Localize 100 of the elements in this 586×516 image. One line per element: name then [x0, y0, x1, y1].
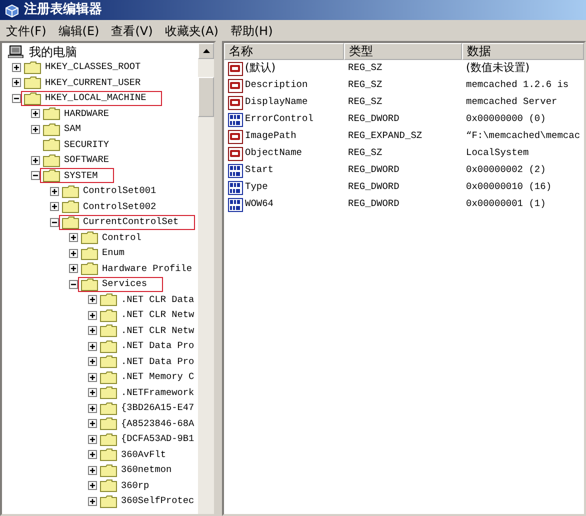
- tree-item[interactable]: .NET CLR Netw: [120, 308, 196, 322]
- expand-icon[interactable]: [88, 310, 97, 320]
- tree-item[interactable]: 360rp: [120, 478, 150, 493]
- scroll-up-button[interactable]: [198, 43, 214, 59]
- folder-icon: [81, 231, 98, 244]
- expand-icon[interactable]: [69, 233, 78, 242]
- value-name[interactable]: Description: [245, 78, 308, 93]
- value-data: (数值未设置): [466, 61, 530, 74]
- tree-item[interactable]: ControlSet002: [82, 200, 158, 214]
- folder-icon: [43, 107, 60, 120]
- value-name[interactable]: WOW64: [245, 197, 274, 212]
- menu-item[interactable]: 帮助(H): [224, 22, 279, 40]
- expand-icon[interactable]: [31, 109, 40, 118]
- expand-icon[interactable]: [69, 248, 78, 258]
- tree-item[interactable]: HKEY_CURRENT_USER: [44, 76, 142, 90]
- tree-item[interactable]: .NET Data Pro: [120, 354, 196, 369]
- value-data: LocalSystem: [466, 147, 529, 158]
- value-name[interactable]: ImagePath: [245, 129, 296, 144]
- collapse-icon[interactable]: [69, 280, 78, 289]
- collapse-icon[interactable]: [50, 218, 59, 227]
- value-type: REG_DWORD: [348, 198, 400, 210]
- folder-icon: [100, 417, 117, 430]
- value-name[interactable]: DisplayName: [245, 95, 308, 110]
- folder-icon: [81, 278, 98, 291]
- expand-icon[interactable]: [88, 295, 97, 304]
- value-name[interactable]: (默认): [245, 60, 276, 77]
- tree-item[interactable]: SECURITY: [63, 138, 110, 152]
- scroll-thumb[interactable]: [198, 77, 214, 117]
- expand-icon[interactable]: [69, 264, 78, 274]
- expand-icon[interactable]: [88, 450, 97, 460]
- expand-icon[interactable]: [88, 326, 97, 336]
- value-type: REG_SZ: [348, 96, 382, 108]
- tree-item[interactable]: .NET Data Pro: [120, 339, 196, 354]
- tree-item[interactable]: .NET Memory C: [120, 370, 196, 384]
- expand-icon[interactable]: [88, 404, 97, 413]
- tree-item[interactable]: Control: [101, 230, 142, 245]
- tree-item[interactable]: ControlSet001: [82, 184, 158, 198]
- expand-icon[interactable]: [88, 466, 97, 475]
- value-name[interactable]: Type: [245, 180, 268, 195]
- expand-icon[interactable]: [88, 434, 97, 444]
- tree-item[interactable]: Services: [101, 277, 148, 292]
- tree-item[interactable]: .NET CLR Data: [120, 292, 196, 307]
- folder-icon: [100, 494, 117, 508]
- tree-item[interactable]: Hardware Profile: [101, 262, 194, 276]
- value-type: REG_DWORD: [348, 164, 400, 176]
- menu-item[interactable]: 查看(V): [105, 22, 159, 40]
- value-type: REG_SZ: [348, 62, 382, 74]
- tree-item[interactable]: 360netmon: [120, 463, 173, 478]
- collapse-icon[interactable]: [31, 171, 40, 180]
- tree-item[interactable]: 我的电脑: [28, 43, 78, 61]
- expand-icon[interactable]: [31, 124, 40, 134]
- expand-icon[interactable]: [88, 372, 97, 382]
- menu-item[interactable]: 编辑(E): [52, 22, 106, 40]
- tree-item[interactable]: SYSTEM: [63, 168, 99, 183]
- tree-item[interactable]: 360AvFlt: [120, 448, 168, 462]
- expand-icon[interactable]: [12, 78, 21, 88]
- folder-icon: [81, 262, 98, 276]
- expand-icon[interactable]: [88, 342, 97, 351]
- folder-icon: [100, 308, 117, 322]
- value-name[interactable]: ObjectName: [245, 146, 302, 161]
- tree-item[interactable]: SAM: [63, 122, 82, 136]
- expand-icon[interactable]: [88, 496, 97, 506]
- folder-icon: [43, 169, 60, 182]
- tree-item[interactable]: HKEY_LOCAL_MACHINE: [44, 91, 148, 106]
- collapse-icon[interactable]: [12, 94, 21, 103]
- value-type: REG_DWORD: [348, 113, 400, 124]
- expand-icon[interactable]: [50, 186, 59, 196]
- column-header[interactable]: 类型: [344, 43, 462, 60]
- tree-item[interactable]: Enum: [101, 246, 126, 260]
- menu-item[interactable]: 收藏夹(A): [158, 22, 224, 40]
- expand-icon[interactable]: [12, 62, 21, 72]
- tree-item[interactable]: {DCFA53AD-9B1: [120, 432, 196, 446]
- tree-item[interactable]: CurrentControlSet: [82, 215, 180, 230]
- tree-item[interactable]: {3BD26A15-E47: [120, 401, 196, 416]
- window-title: 注册表编辑器: [24, 0, 102, 20]
- tree-item[interactable]: .NET CLR Netw: [120, 324, 196, 338]
- computer-icon: [8, 45, 25, 58]
- folder-icon: [24, 60, 41, 74]
- value-name[interactable]: ErrorControl: [245, 112, 314, 127]
- expand-icon[interactable]: [88, 481, 97, 490]
- value-data: 0x00000001 (1): [466, 198, 546, 210]
- expand-icon[interactable]: [88, 388, 97, 398]
- value-type: REG_SZ: [348, 79, 382, 90]
- folder-icon: [100, 464, 117, 477]
- expand-icon[interactable]: [88, 357, 97, 366]
- column-header[interactable]: 数据: [462, 43, 584, 60]
- expand-icon[interactable]: [50, 202, 59, 212]
- expand-icon[interactable]: [31, 156, 40, 165]
- tree-item[interactable]: HARDWARE: [63, 106, 110, 121]
- folder-icon: [81, 246, 98, 260]
- menu-item[interactable]: 文件(F): [0, 22, 52, 40]
- tree-item[interactable]: HKEY_CLASSES_ROOT: [44, 60, 142, 74]
- tree-item[interactable]: {A8523846-68A: [120, 416, 196, 431]
- expand-icon[interactable]: [88, 419, 97, 428]
- tree-item[interactable]: .NETFramework: [120, 386, 196, 400]
- value-name[interactable]: Start: [245, 163, 274, 178]
- tree-item[interactable]: 360SelfProtec: [120, 494, 196, 508]
- column-header[interactable]: 名称: [224, 43, 344, 60]
- tree-item[interactable]: SOFTWARE: [63, 153, 110, 168]
- scrollbar[interactable]: [198, 43, 214, 514]
